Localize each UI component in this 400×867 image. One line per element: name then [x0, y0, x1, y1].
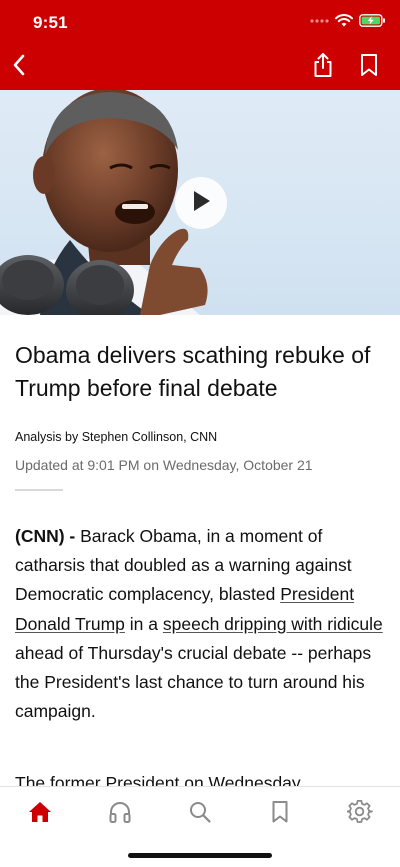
paragraph-text: in a: [124, 613, 163, 634]
tab-settings[interactable]: [345, 799, 375, 829]
battery-charging-icon: [359, 14, 386, 32]
home-indicator[interactable]: [128, 853, 272, 858]
tab-listen[interactable]: [105, 799, 135, 829]
signal-icon: [309, 14, 329, 32]
article-headline: Obama delivers scathing rebuke of Trump …: [15, 342, 371, 401]
bookmark-icon: [271, 800, 289, 829]
top-bar: 9:51: [0, 0, 400, 90]
play-video-button[interactable]: [175, 177, 227, 229]
article-timestamp: Updated at 9:01 PM on Wednesday, October…: [15, 457, 313, 473]
divider: [15, 489, 63, 491]
status-indicators: [309, 14, 386, 32]
link-speech[interactable]: speech dripping with ridicule: [163, 614, 383, 634]
search-icon: [188, 800, 212, 829]
headphones-icon: [108, 800, 132, 829]
gear-icon: [346, 799, 373, 830]
chevron-left-icon: [11, 53, 27, 82]
article-paragraph: (CNN) - Barack Obama, in a moment of cat…: [15, 522, 387, 726]
article-byline: Analysis by Stephen Collinson, CNN: [15, 430, 218, 444]
hero-video-thumbnail[interactable]: [0, 90, 400, 315]
wifi-icon: [335, 14, 353, 32]
bookmark-icon: [360, 53, 378, 82]
status-time: 9:51: [33, 13, 68, 32]
back-button[interactable]: [4, 52, 34, 82]
home-icon: [27, 800, 53, 829]
paragraph-text: ahead of Thursday's crucial debate -- pe…: [15, 642, 372, 722]
article: Obama delivers scathing rebuke of Trump …: [15, 315, 387, 799]
tab-search[interactable]: [185, 799, 215, 829]
tab-saved[interactable]: [265, 799, 295, 829]
tab-home[interactable]: [25, 799, 55, 829]
bookmark-button[interactable]: [354, 52, 384, 82]
article-source-tag: (CNN) -: [15, 526, 76, 546]
share-icon: [312, 52, 334, 83]
share-button[interactable]: [308, 52, 338, 82]
play-icon: [190, 189, 212, 218]
